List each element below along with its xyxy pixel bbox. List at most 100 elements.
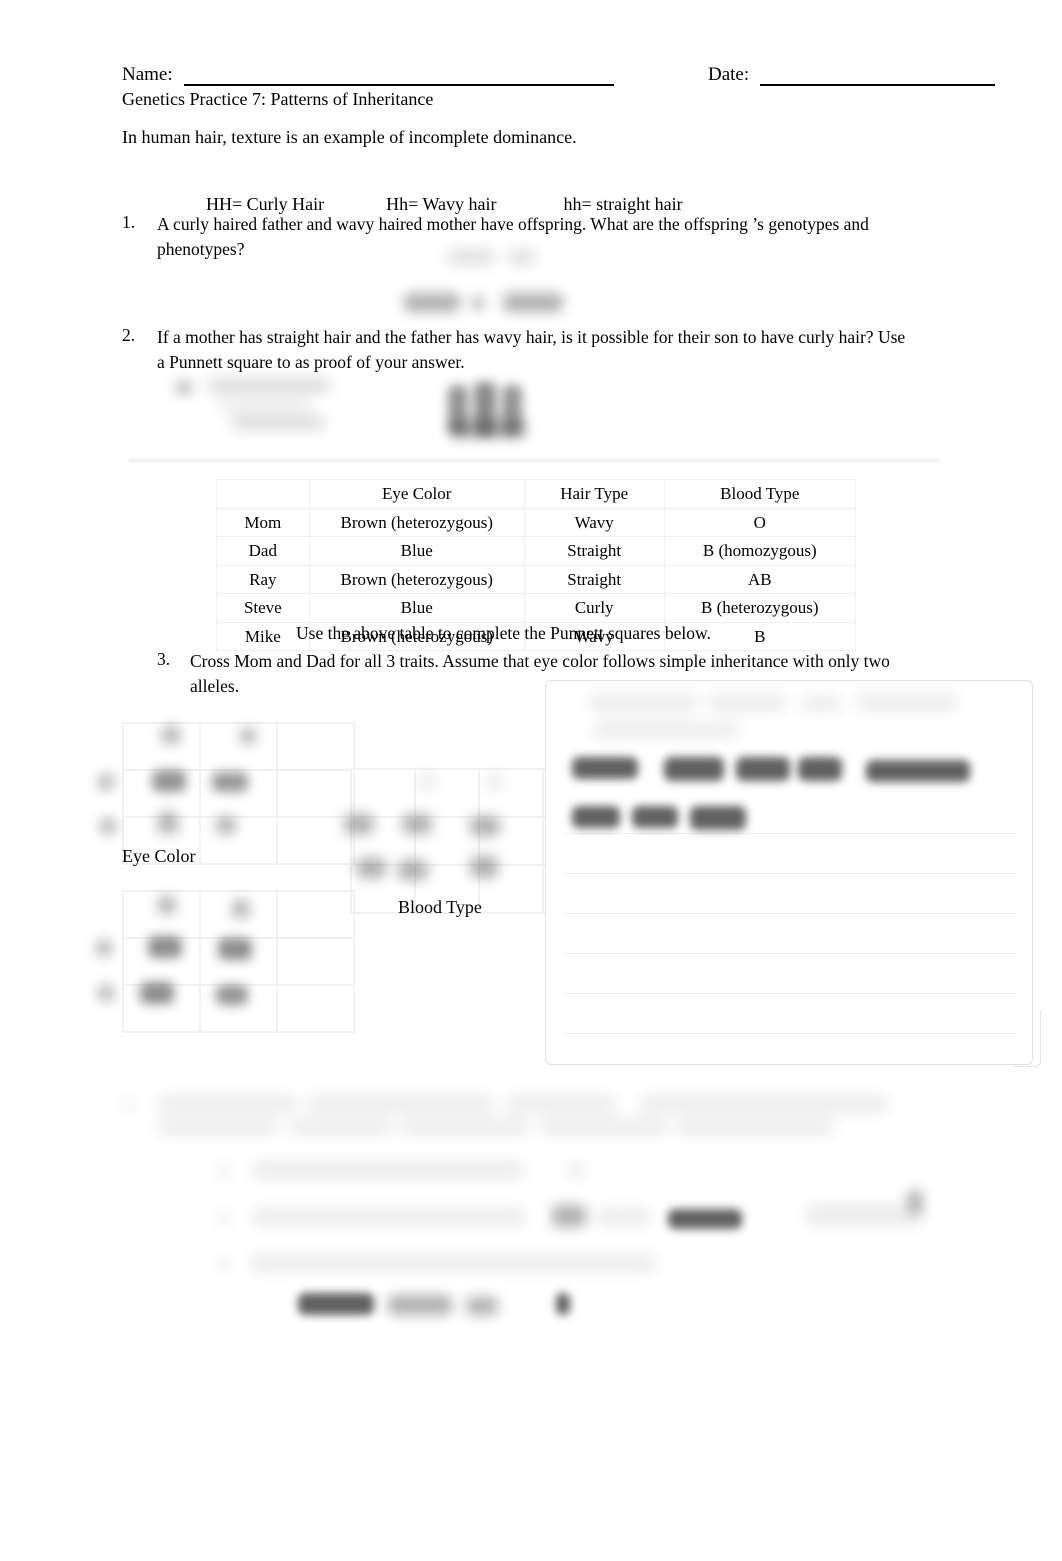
handwriting-pn-eye-h1: [162, 726, 180, 744]
handwriting-ans-l1-c: [800, 697, 842, 710]
handwriting-q4-l1-d: [640, 1096, 888, 1112]
handwriting-ans-l4-b: [632, 806, 678, 828]
handwriting-pn-ll-c12: [218, 938, 252, 960]
handwriting-pn-ll-c21: [140, 982, 174, 1004]
punnett-square-eye-color[interactable]: [122, 722, 355, 865]
punnett-cell-2-1[interactable]: [200, 817, 277, 864]
cell-steve-eye: Blue: [308, 593, 525, 623]
handwriting-q4-l2-b: [288, 1119, 392, 1134]
cell-mom-hair: Wavy: [523, 507, 665, 538]
handwriting-pn-ll-h1: [158, 896, 176, 914]
handwriting-pn-eye-c12: [212, 772, 248, 792]
handwriting-q4-l2-d: [540, 1119, 668, 1134]
handwriting-q2-line1: [207, 378, 331, 393]
handwriting-final-a: [298, 1293, 374, 1315]
handwriting-q1-line1-a: [447, 250, 495, 264]
cell-ray-eye: Brown (heterozygous): [308, 564, 525, 595]
cell-dad-hair: Straight: [523, 536, 665, 566]
question-3-number: 3.: [157, 649, 171, 669]
table-row: Steve Blue Curly B (heterozygous): [216, 593, 857, 623]
punnett-label-eye-color: Eye Color: [122, 846, 196, 866]
table-row: Ray Brown (heterozygous) Straight AB: [216, 564, 857, 595]
cell-mom-blood: O: [663, 507, 857, 538]
punnett-cell-2-2[interactable]: [277, 817, 354, 864]
answer-box-rule: [564, 873, 1016, 874]
handwriting-q1-line2-c: [503, 293, 563, 312]
handwriting-final-d: [556, 1293, 570, 1315]
row-label-steve: Steve: [216, 593, 310, 623]
bottom-section: [0, 1085, 1062, 1345]
table-caption: Use the above table to complete the Punn…: [296, 623, 711, 643]
handwriting-q4a-text: [252, 1162, 524, 1178]
intro-sentence: In human hair, texture is an example of …: [122, 127, 577, 147]
handwriting-q4a-answer: [568, 1162, 584, 1178]
cell-ray-blood: AB: [663, 564, 857, 595]
handwriting-q4c-marker: [218, 1257, 230, 1270]
handwriting-pn-ll-h2: [232, 900, 250, 918]
question-2-number: 2.: [122, 325, 136, 345]
handwriting-q2-line2: [219, 398, 311, 411]
handwriting-q2-punnett-base: [450, 420, 526, 438]
punnett-col-header-1[interactable]: [200, 723, 277, 770]
question-2-text: If a mother has straight hair and the fa…: [157, 327, 906, 372]
punnett-col-header-2[interactable]: [277, 891, 354, 938]
handwriting-q4-l2-c: [400, 1119, 530, 1134]
handwriting-ans-l1-d: [856, 695, 958, 710]
answer-box[interactable]: [545, 680, 1033, 1065]
punnett-corner-cell[interactable]: [351, 769, 415, 817]
table-row: Dad Blue Straight B (homozygous): [216, 536, 857, 566]
handwriting-q4b-answer-c: [668, 1209, 742, 1229]
handwriting-ans-l4-c: [690, 806, 746, 830]
table-header-eye-color: Eye Color: [308, 479, 525, 509]
punnett-label-blood-type: Blood Type: [398, 897, 482, 917]
handwriting-q4-number: [124, 1098, 134, 1111]
handwriting-pn-bt-c13: [470, 816, 500, 836]
question-1-number: 1.: [122, 212, 136, 232]
handwriting-q1-line2-b: [472, 296, 484, 310]
handwriting-pn-ll-r2: [98, 985, 114, 1001]
handwriting-pn-bt-c11: [344, 814, 374, 834]
table-row: Mom Brown (heterozygous) Wavy O: [216, 507, 857, 538]
punnett-cell-2-2[interactable]: [277, 985, 354, 1032]
handwriting-q4b-answer-d: [806, 1205, 922, 1225]
worksheet-page: Name: Date: Genetics Practice 7: Pattern…: [0, 0, 1062, 1561]
answer-box-rule: [564, 953, 1016, 954]
punnett-cell-1-2[interactable]: [277, 770, 354, 817]
cell-dad-blood: B (homozygous): [663, 536, 857, 566]
row-label-mom: Mom: [216, 507, 310, 538]
table-corner-cell: [216, 479, 310, 509]
handwriting-q4a-marker: [218, 1164, 230, 1177]
date-field-underline[interactable]: [760, 84, 995, 86]
handwriting-ans-l3-c: [736, 757, 790, 781]
handwriting-pn-ll-c22: [216, 985, 248, 1005]
name-field-underline[interactable]: [184, 84, 614, 86]
table-header-row: Eye Color Hair Type Blood Type: [216, 479, 857, 509]
cell-steve-blood: B (heterozygous): [663, 593, 857, 623]
handwriting-pn-bt-c22: [398, 860, 428, 880]
handwriting-q4b-text: [252, 1209, 526, 1225]
answer-box-rule: [564, 993, 1016, 994]
handwriting-q4-l1-b: [308, 1096, 494, 1112]
table-header-hair-type: Hair Type: [523, 479, 665, 509]
cell-dad-eye: Blue: [308, 536, 525, 566]
punnett-cell-1-2[interactable]: [277, 938, 354, 985]
handwriting-q4b-answer-b: [596, 1209, 650, 1225]
handwriting-pn-bt-h2: [486, 774, 504, 790]
handwriting-ans-l2: [592, 723, 740, 737]
handwriting-pn-eye-c11: [152, 770, 186, 792]
handwriting-pn-eye-r1: [98, 774, 114, 790]
question-1-text: A curly haired father and wavy haired mo…: [157, 214, 869, 259]
answer-box-corner-tail: [1014, 1010, 1041, 1067]
answer-box-rule: [564, 833, 1016, 834]
cell-mom-eye: Brown (heterozygous): [308, 507, 525, 538]
handwriting-ans-l3-a: [572, 757, 638, 779]
handwriting-q4-l1-a: [158, 1096, 298, 1112]
handwriting-q4c-text: [250, 1255, 656, 1271]
handwriting-ans-l1-b: [708, 695, 786, 710]
punnett-col-header-2[interactable]: [277, 723, 354, 770]
handwriting-q2-line3: [231, 415, 325, 430]
answer-box-rule: [564, 1033, 1016, 1034]
handwriting-q4b-marker: [218, 1211, 230, 1224]
row-label-dad: Dad: [216, 536, 310, 566]
handwriting-pn-bt-c21: [356, 858, 386, 878]
